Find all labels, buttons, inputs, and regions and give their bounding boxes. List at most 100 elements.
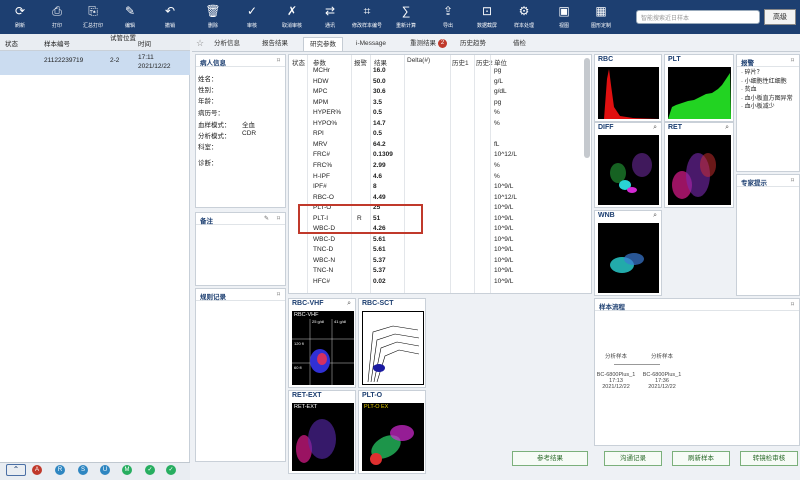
- edit-icon[interactable]: ✎: [264, 215, 269, 222]
- pin-icon[interactable]: ⌑: [791, 301, 794, 308]
- pin-icon[interactable]: ⌑: [277, 291, 280, 298]
- patient-field-label: 诊断：: [198, 160, 218, 167]
- patient-field-label: 姓名：: [198, 76, 218, 83]
- rbc-chart-panel: RBC: [594, 54, 662, 122]
- table-row[interactable]: RBC-O 4.49 10^12/L: [288, 193, 584, 204]
- retest-filter-icon[interactable]: R: [55, 465, 65, 475]
- zoom-icon[interactable]: ⌕: [653, 124, 657, 132]
- recalculate-button[interactable]: ∑ 重新计算: [391, 3, 421, 29]
- manual-filter-icon[interactable]: ✓: [145, 465, 155, 475]
- tab-imessage[interactable]: i-Message: [350, 37, 392, 51]
- communication-record-button[interactable]: 沟通记录: [604, 451, 662, 466]
- communication-button[interactable]: ⇄ 通讯: [315, 3, 345, 29]
- cell-unit: 10^9/L: [494, 204, 514, 212]
- screenshot-button[interactable]: ⊡ 数据截屏: [472, 3, 502, 29]
- toolbar-label: 审核: [246, 23, 257, 29]
- reference-results-button[interactable]: 参考结果: [512, 451, 588, 466]
- summary-print-button[interactable]: ⎘ 汇总打印: [78, 3, 108, 29]
- table-row[interactable]: IPF# 8 10^9/L: [288, 182, 584, 193]
- pin-icon[interactable]: ⌑: [277, 215, 280, 222]
- sample-process-button[interactable]: ⚙ 样本处理: [509, 3, 539, 29]
- cell-param: TNC-D: [313, 246, 334, 254]
- recalculate-icon: ∑: [401, 4, 411, 18]
- cell-unit: pg: [494, 67, 502, 74]
- plt-chart-title: PLT: [668, 56, 681, 63]
- cell-result: 0.1309: [373, 151, 393, 159]
- table-row[interactable]: H-IPF 4.6%: [288, 172, 584, 183]
- table-row[interactable]: WBC-D 5.61 10^9/L: [288, 235, 584, 246]
- zoom-icon[interactable]: ⌕: [347, 300, 351, 308]
- view-button[interactable]: ▣ 视图: [549, 3, 579, 29]
- microscopy-review-button[interactable]: 转镜检审核: [740, 451, 798, 466]
- edit-button[interactable]: ✎ 编辑: [115, 3, 145, 29]
- status-filter-icon[interactable]: S: [78, 465, 88, 475]
- table-row[interactable]: TNC-N 5.37 10^9/L: [288, 266, 584, 277]
- zoom-icon[interactable]: ⌕: [653, 212, 657, 220]
- pin-icon[interactable]: ⌑: [791, 57, 794, 64]
- cell-param: RPI: [313, 130, 324, 138]
- table-row[interactable]: MPM 3.5 pg: [288, 98, 584, 109]
- tab-analysis-info[interactable]: 分析信息: [208, 37, 246, 51]
- refresh-button[interactable]: ⟳ 刷新: [5, 3, 35, 29]
- table-row[interactable]: FRC# 0.1309 10^12/L: [288, 150, 584, 161]
- refresh-sample-button[interactable]: 刷新样本: [672, 451, 730, 466]
- cell-unit: g/dL: [494, 88, 507, 96]
- zoom-icon[interactable]: ⌕: [725, 124, 729, 132]
- sample-row[interactable]: 21122239719 2-2 17:11 2021/12/22: [0, 51, 190, 75]
- rbc-sct-scatter: [362, 311, 424, 385]
- cell-param: WBC-N: [313, 256, 336, 264]
- home-icon[interactable]: ☆: [196, 38, 204, 49]
- toolbar-label: 通讯: [324, 23, 335, 29]
- table-row[interactable]: FRC% 2.99%: [288, 161, 584, 172]
- table-scrollbar[interactable]: [584, 58, 590, 158]
- modify-sample-button[interactable]: ⌗ 修改样本编号: [352, 3, 382, 29]
- ret-ext-title: RET-EXT: [292, 392, 322, 399]
- user-filter-icon[interactable]: U: [100, 465, 110, 475]
- pin-icon[interactable]: ⌑: [277, 57, 280, 64]
- undo-button[interactable]: ↶ 撤销: [155, 3, 185, 29]
- table-row[interactable]: HYPER% 0.5%: [288, 108, 584, 119]
- chart-custom-button[interactable]: ▦ 图形定制: [586, 3, 616, 29]
- export-button[interactable]: ⇪ 导出: [433, 3, 463, 29]
- highlight-box: [298, 204, 423, 234]
- cell-result: 3.5: [373, 98, 383, 106]
- delete-button[interactable]: 🗑 删除: [198, 3, 228, 29]
- table-row[interactable]: HFC# 0.02 10^9/L: [288, 277, 584, 288]
- rbc-histogram: [598, 67, 659, 119]
- cell-result: 0.5: [373, 109, 383, 117]
- screenshot-icon: ⊡: [481, 4, 493, 18]
- table-row[interactable]: WBC-N 5.37 10^9/L: [288, 256, 584, 267]
- check-filter-icon[interactable]: ✓: [166, 465, 176, 475]
- ret-chart-title: RET: [668, 124, 682, 131]
- plt-o-title: PLT-O: [362, 392, 383, 399]
- toolbar-label: 样本处理: [513, 23, 534, 29]
- audit-button[interactable]: ✓ 审核: [237, 3, 267, 29]
- rbc-vhf-scatter: RBC-VHF 25 g/dl 41 g/dl 120 fl 60 fl: [292, 311, 354, 385]
- search-input[interactable]: 智能搜索近日样本: [636, 10, 760, 24]
- alert-filter-icon[interactable]: A: [32, 465, 42, 475]
- alarm-item: · 血小板直方图异常: [741, 95, 793, 102]
- tab-loan[interactable]: 借检: [507, 37, 532, 51]
- tab-report-results[interactable]: 报告结果: [256, 37, 294, 51]
- cell-unit: %: [494, 109, 500, 117]
- toolbar-label: 图形定制: [590, 23, 611, 29]
- cancel-audit-button[interactable]: ✗ 取消审核: [277, 3, 307, 29]
- tab-retest-results[interactable]: 重测结果: [404, 37, 442, 51]
- collapse-icon[interactable]: ⌃: [6, 464, 26, 476]
- cell-unit: 10^9/L: [494, 267, 514, 275]
- pin-icon[interactable]: ⌑: [791, 177, 794, 184]
- table-row[interactable]: MRV 64.2 fL: [288, 140, 584, 151]
- tab-research-params[interactable]: 研究参数: [303, 37, 343, 51]
- table-row[interactable]: HYPO% 14.7%: [288, 119, 584, 130]
- table-row[interactable]: TNC-D 5.61 10^9/L: [288, 245, 584, 256]
- table-row[interactable]: HDW 50.0 g/L: [288, 77, 584, 88]
- cell-result: 5.37: [373, 267, 386, 275]
- table-row[interactable]: MCHr 16.0 pg: [288, 66, 584, 77]
- cell-result: 0.5: [373, 130, 383, 138]
- print-button[interactable]: ⎙ 打印: [42, 3, 72, 29]
- table-row[interactable]: RPI 0.5: [288, 129, 584, 140]
- advanced-search-button[interactable]: 高级: [764, 9, 796, 25]
- audit-filter-icon[interactable]: M: [122, 465, 132, 475]
- tab-history-trend[interactable]: 历史趋势: [454, 37, 492, 51]
- table-row[interactable]: MPC 30.6 g/dL: [288, 87, 584, 98]
